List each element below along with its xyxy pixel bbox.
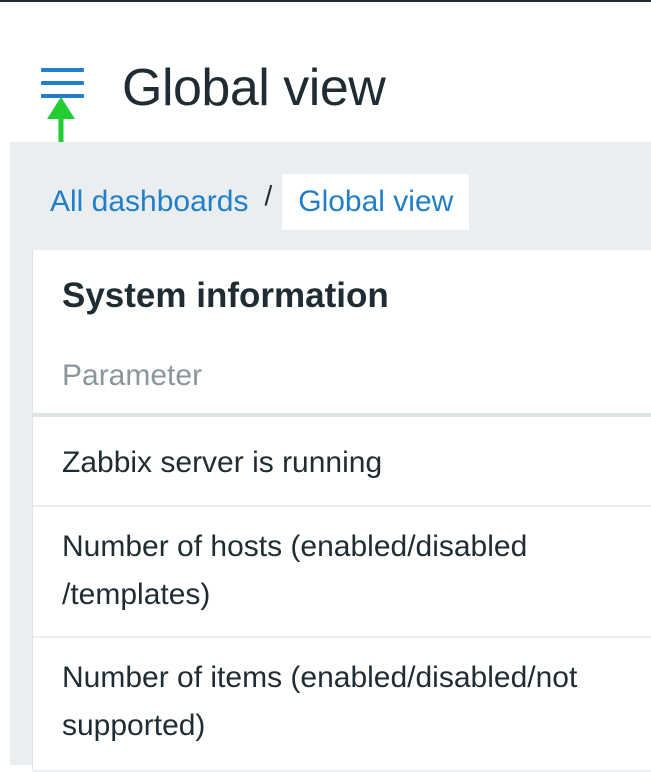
row-parameter-label: Zabbix server is running xyxy=(62,446,383,479)
page-header: Global view xyxy=(0,2,651,179)
widget-title: System information xyxy=(62,276,389,315)
table-row: Number of items (enabled/disabled/not su… xyxy=(33,638,651,772)
column-header-parameter: Parameter xyxy=(62,359,203,392)
dashboard-content: All dashboards / Global view System info… xyxy=(10,142,651,772)
breadcrumb-separator: / xyxy=(264,180,273,211)
system-information-widget: System information Parameter Zabbix serv… xyxy=(32,250,651,772)
breadcrumb-current-dashboard[interactable]: Global view xyxy=(282,174,470,230)
page-title: Global view xyxy=(122,59,386,117)
row-parameter-label-line1: Number of hosts (enabled/disabled xyxy=(62,530,528,563)
table-row: Zabbix server is running xyxy=(33,417,651,507)
breadcrumb-all-dashboards-link[interactable]: All dashboards xyxy=(50,174,248,230)
row-parameter-label-line2: /templates) xyxy=(62,578,211,611)
row-parameter-label-line1: Number of items (enabled/disabled/not xyxy=(62,661,578,694)
row-parameter-label-line2: supported) xyxy=(62,709,206,742)
table-row: Number of hosts (enabled/disabled /templ… xyxy=(33,507,651,638)
breadcrumb: All dashboards / Global view xyxy=(50,174,470,230)
